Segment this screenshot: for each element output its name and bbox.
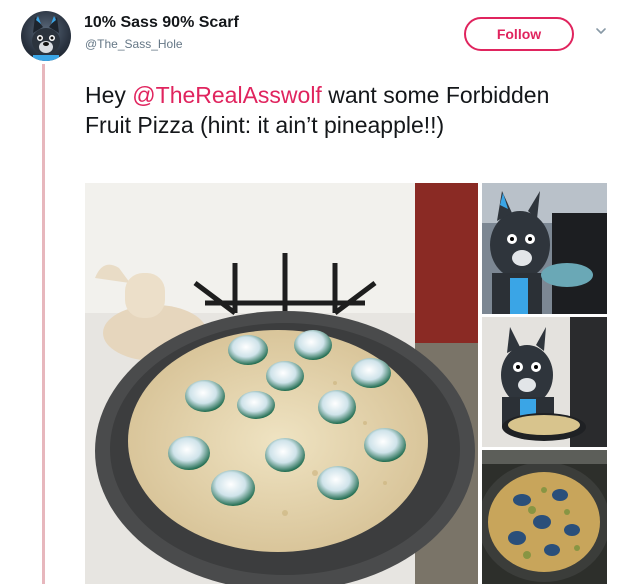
user-handle[interactable]: @The_Sass_Hole — [85, 37, 183, 51]
tweet-media — [85, 183, 607, 584]
tweet-text-start: Hey — [85, 82, 133, 108]
thread-line — [42, 64, 45, 584]
media-photo-main[interactable] — [85, 183, 478, 584]
tweet-text: Hey @TheRealAsswolf want some Forbidden … — [85, 80, 585, 140]
mention-link[interactable]: @TheRealAsswolf — [132, 82, 322, 108]
display-name[interactable]: 10% Sass 90% Scarf — [84, 14, 239, 32]
media-photo-2[interactable] — [482, 183, 607, 314]
avatar[interactable] — [21, 11, 71, 61]
follow-button[interactable]: Follow — [464, 17, 574, 51]
media-photo-4[interactable] — [482, 450, 607, 584]
chevron-down-icon[interactable] — [594, 24, 608, 38]
media-photo-3[interactable] — [482, 317, 607, 447]
